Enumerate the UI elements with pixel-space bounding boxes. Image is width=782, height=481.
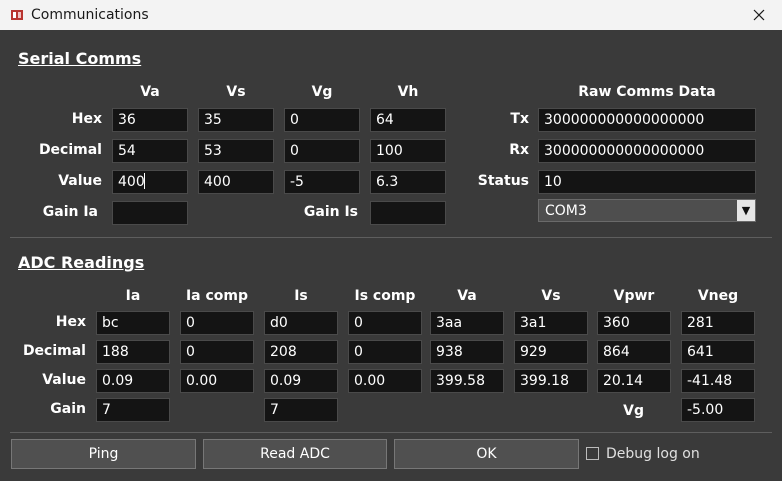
com-port-value: COM3 — [545, 203, 587, 219]
adc-decimal-ia-field[interactable] — [96, 340, 170, 364]
ping-button[interactable]: Ping — [11, 439, 196, 469]
adc-hex-is-comp-field[interactable] — [348, 311, 422, 335]
gain-ia-field[interactable] — [112, 201, 188, 225]
adc-col-va: Va — [457, 288, 477, 304]
adc-value-vneg-field[interactable] — [681, 369, 755, 393]
adc-decimal-vs-field[interactable] — [514, 340, 588, 364]
adc-col-is: Is — [294, 288, 308, 304]
dropdown-arrow-icon[interactable]: ▼ — [737, 200, 755, 221]
adc-col-vpwr: Vpwr — [613, 288, 655, 304]
adc-hex-vpwr-field[interactable] — [597, 311, 671, 335]
gain-is-field[interactable] — [370, 201, 446, 225]
adc-col-is-comp: Is comp — [354, 288, 416, 304]
serial-row-decimal-label: Decimal — [38, 142, 102, 158]
serial-col-vs: Vs — [226, 84, 246, 100]
gain-ia-label: Gain Ia — [42, 204, 98, 220]
adc-decimal-va-field[interactable] — [430, 340, 504, 364]
adc-value-is-comp-field[interactable] — [348, 369, 422, 393]
read-adc-button[interactable]: Read ADC — [203, 439, 387, 469]
serial-value-va-field[interactable] — [112, 170, 188, 194]
ok-button[interactable]: OK — [394, 439, 579, 469]
serial-col-vg: Vg — [311, 84, 333, 100]
serial-decimal-va-field[interactable] — [112, 139, 188, 163]
serial-decimal-vh-field[interactable] — [370, 139, 446, 163]
adc-decimal-vpwr-field[interactable] — [597, 340, 671, 364]
adc-hex-ia-comp-field[interactable] — [180, 311, 254, 335]
adc-decimal-ia-comp-field[interactable] — [180, 340, 254, 364]
title-bar: Communications — [0, 0, 782, 30]
serial-comms-title: Serial Comms — [18, 49, 142, 68]
debug-log-checkbox[interactable] — [586, 447, 599, 460]
adc-col-ia-comp: Ia comp — [185, 288, 249, 304]
window-title: Communications — [31, 7, 149, 23]
close-button[interactable] — [736, 0, 782, 30]
adc-col-vneg: Vneg — [697, 288, 739, 304]
adc-row-decimal-label: Decimal — [22, 343, 86, 359]
serial-decimal-vs-field[interactable] — [198, 139, 274, 163]
adc-value-vs-field[interactable] — [514, 369, 588, 393]
serial-hex-vs-field[interactable] — [198, 108, 274, 132]
serial-value-vs-field[interactable] — [198, 170, 274, 194]
com-port-select[interactable]: COM3 ▼ — [538, 199, 756, 222]
serial-hex-va-field[interactable] — [112, 108, 188, 132]
adc-hex-vs-field[interactable] — [514, 311, 588, 335]
serial-value-vh-field[interactable] — [370, 170, 446, 194]
adc-value-ia-comp-field[interactable] — [180, 369, 254, 393]
adc-hex-ia-field[interactable] — [96, 311, 170, 335]
adc-col-vs: Vs — [541, 288, 561, 304]
status-field[interactable] — [538, 170, 756, 194]
serial-hex-vg-field[interactable] — [284, 108, 360, 132]
tx-label: Tx — [510, 111, 529, 127]
section-divider — [10, 237, 772, 238]
rx-field[interactable] — [538, 139, 756, 163]
adc-readings-title: ADC Readings — [18, 253, 145, 272]
adc-hex-va-field[interactable] — [430, 311, 504, 335]
adc-value-ia-field[interactable] — [96, 369, 170, 393]
debug-log-label[interactable]: Debug log on — [606, 446, 700, 462]
footer-divider — [10, 432, 772, 433]
serial-decimal-vg-field[interactable] — [284, 139, 360, 163]
rx-label: Rx — [509, 142, 529, 158]
adc-decimal-vneg-field[interactable] — [681, 340, 755, 364]
serial-row-value-label: Value — [58, 173, 102, 189]
adc-col-ia: Ia — [125, 288, 141, 304]
adc-row-value-label: Value — [42, 372, 86, 388]
serial-value-vg-field[interactable] — [284, 170, 360, 194]
adc-vg-field[interactable] — [681, 398, 755, 422]
adc-hex-vneg-field[interactable] — [681, 311, 755, 335]
serial-row-hex-label: Hex — [71, 111, 102, 127]
adc-value-is-field[interactable] — [264, 369, 338, 393]
serial-hex-vh-field[interactable] — [370, 108, 446, 132]
raw-comms-header: Raw Comms Data — [578, 84, 716, 100]
serial-col-va: Va — [140, 84, 160, 100]
serial-col-vh: Vh — [397, 84, 419, 100]
app-icon — [11, 10, 23, 20]
adc-vg-label: Vg — [623, 403, 644, 419]
adc-gain-is-field[interactable] — [264, 398, 338, 422]
adc-value-vpwr-field[interactable] — [597, 369, 671, 393]
gain-is-label: Gain Is — [303, 204, 358, 220]
adc-value-va-field[interactable] — [430, 369, 504, 393]
adc-gain-label: Gain — [50, 401, 86, 417]
adc-hex-is-field[interactable] — [264, 311, 338, 335]
adc-decimal-is-field[interactable] — [264, 340, 338, 364]
status-label: Status — [477, 173, 529, 189]
text-cursor — [144, 173, 145, 189]
adc-gain-ia-field[interactable] — [96, 398, 170, 422]
tx-field[interactable] — [538, 108, 756, 132]
close-icon — [753, 9, 765, 21]
adc-decimal-is-comp-field[interactable] — [348, 340, 422, 364]
adc-row-hex-label: Hex — [55, 314, 86, 330]
